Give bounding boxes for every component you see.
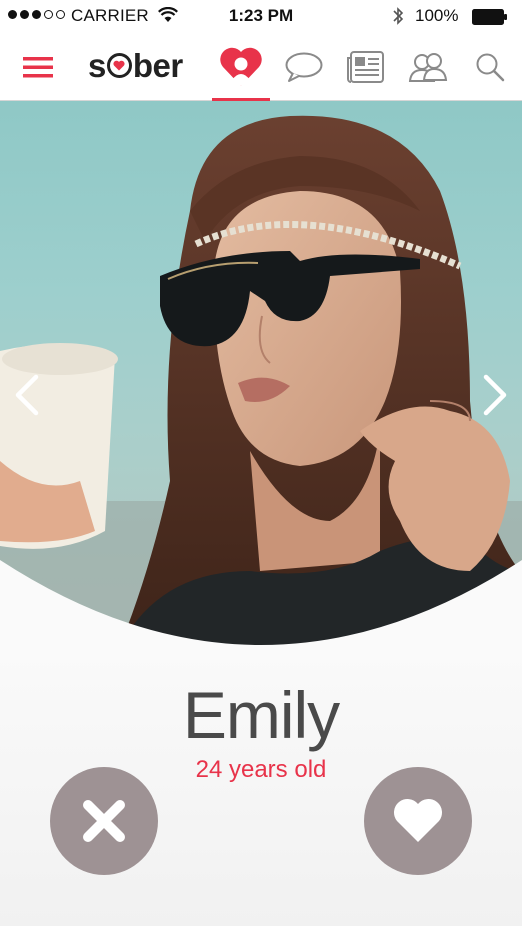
curved-divider bbox=[0, 560, 522, 660]
profile-name: Emily bbox=[182, 678, 340, 752]
chevron-right-icon bbox=[483, 374, 507, 416]
tab-match[interactable] bbox=[212, 34, 270, 100]
tab-friends[interactable] bbox=[405, 34, 451, 100]
chat-icon bbox=[285, 52, 323, 82]
like-button[interactable] bbox=[364, 767, 472, 875]
menu-button[interactable] bbox=[16, 34, 60, 100]
app-logo: sober sber bbox=[88, 47, 183, 84]
chevron-left-icon bbox=[15, 374, 39, 416]
x-icon bbox=[83, 800, 125, 842]
friends-icon bbox=[408, 53, 448, 82]
dislike-button[interactable] bbox=[50, 767, 158, 875]
news-icon bbox=[347, 51, 384, 83]
logo-heart-icon bbox=[106, 53, 132, 78]
nav-bar: sober sber bbox=[0, 34, 522, 101]
bluetooth-icon bbox=[393, 7, 404, 25]
next-photo-button[interactable] bbox=[478, 371, 512, 419]
heart-icon bbox=[393, 798, 443, 842]
battery-percent: 100% bbox=[415, 6, 459, 25]
battery-icon bbox=[472, 9, 507, 25]
match-heart-icon bbox=[220, 47, 262, 86]
status-bar: CARRIER 1:23 PM 100% bbox=[0, 0, 522, 34]
search-icon bbox=[476, 53, 505, 82]
tab-search[interactable] bbox=[468, 34, 512, 100]
tab-chat[interactable] bbox=[280, 34, 328, 100]
menu-icon bbox=[23, 57, 53, 78]
tab-news[interactable] bbox=[343, 34, 389, 100]
previous-photo-button[interactable] bbox=[10, 371, 44, 419]
